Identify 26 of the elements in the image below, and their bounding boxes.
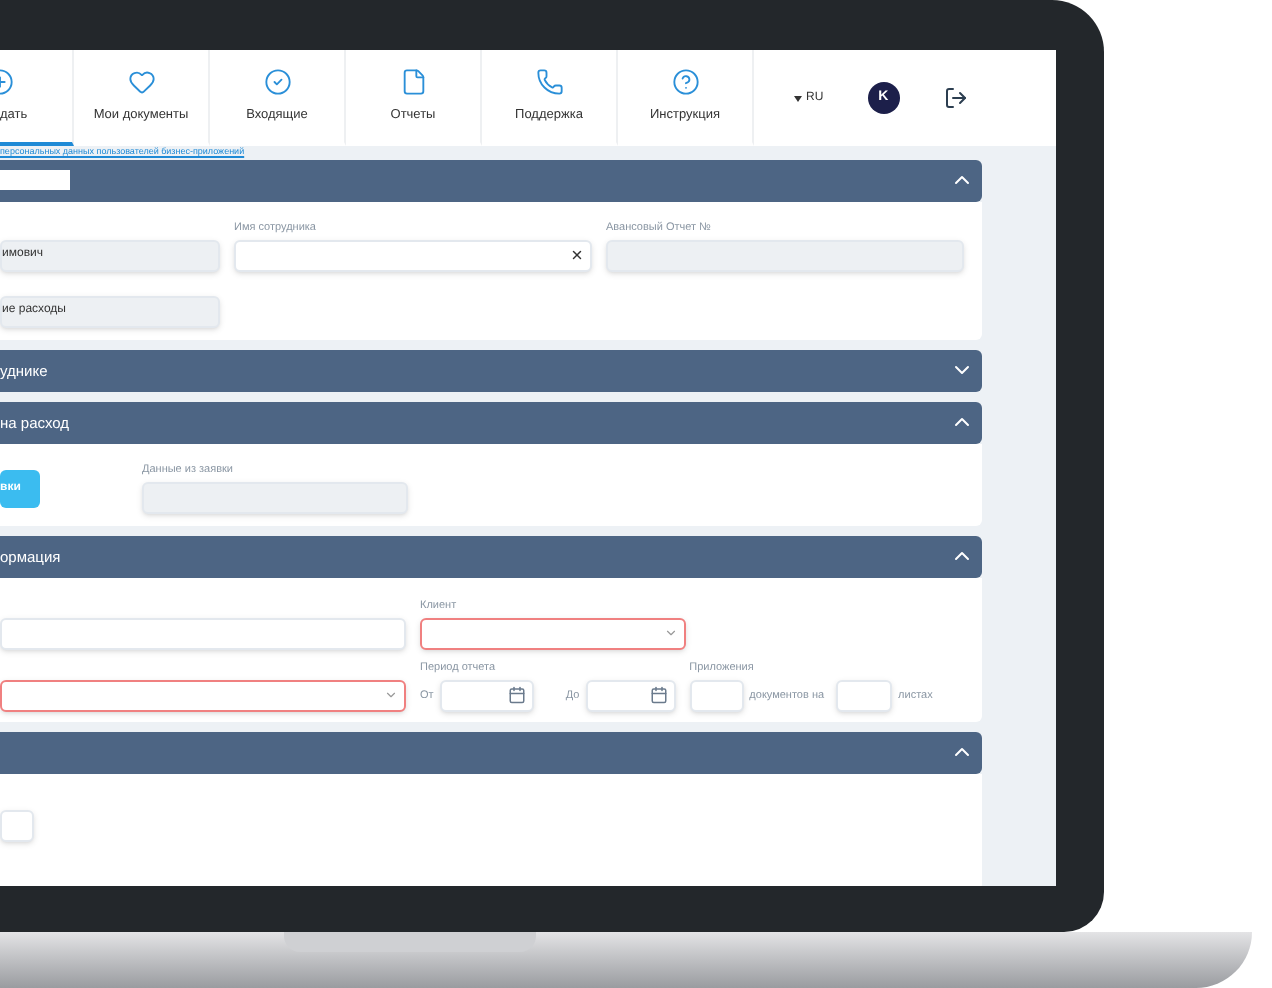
chevron-down-icon	[664, 626, 678, 641]
section-header[interactable]	[0, 159, 982, 202]
select-field[interactable]	[420, 617, 686, 650]
readonly-field[interactable]	[142, 481, 408, 514]
heart-icon	[127, 67, 155, 96]
document-icon	[399, 67, 427, 96]
input-field[interactable]	[689, 679, 744, 712]
help-icon	[671, 67, 699, 96]
chevron-down-icon	[384, 688, 398, 703]
section-header[interactable]	[0, 731, 982, 774]
input-field[interactable]	[0, 617, 406, 650]
input-field[interactable]	[836, 679, 893, 712]
caret-icon	[794, 95, 802, 101]
date-field[interactable]	[439, 679, 534, 712]
calendar-icon[interactable]	[649, 686, 668, 705]
title-input[interactable]	[0, 170, 70, 191]
check-circle-icon	[263, 67, 291, 96]
clear-icon[interactable]	[570, 248, 584, 263]
input-field[interactable]	[0, 809, 34, 842]
calendar-icon[interactable]	[507, 686, 526, 705]
logout-icon[interactable]	[943, 86, 968, 110]
select-field[interactable]	[0, 679, 406, 712]
date-field[interactable]	[585, 679, 676, 712]
readonly-field[interactable]	[606, 239, 964, 272]
input-field[interactable]	[234, 239, 592, 272]
phone-icon	[535, 67, 563, 96]
